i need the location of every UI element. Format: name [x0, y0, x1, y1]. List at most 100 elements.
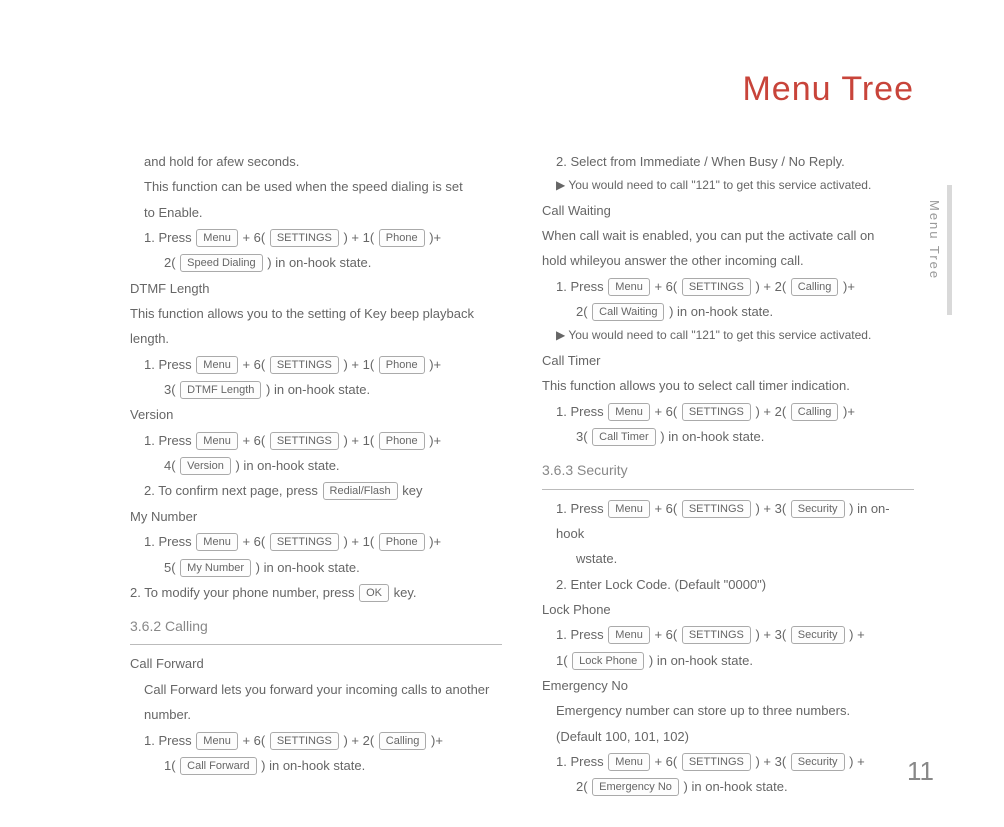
step-line: 2. To confirm next page, press Redial/Fl… [130, 478, 502, 503]
text-line: wstate. [542, 546, 914, 571]
text: + 6( [239, 433, 269, 448]
section-362-calling: 3.6.2 Calling [130, 613, 502, 645]
key-settings: SETTINGS [682, 278, 751, 296]
step-line: 1. Press Menu + 6( SETTINGS ) + 1( Phone… [130, 225, 502, 250]
key-security: Security [791, 500, 845, 518]
text: )+ [426, 433, 442, 448]
text-line: length. [130, 326, 502, 351]
text: ) + 1( [340, 230, 378, 245]
key-settings: SETTINGS [270, 432, 339, 450]
text: 1. Press [556, 627, 607, 642]
key-security: Security [791, 753, 845, 771]
text-line: and hold for afew seconds. [130, 149, 502, 174]
text-line: hold whileyou answer the other incoming … [542, 248, 914, 273]
text: + 6( [651, 627, 681, 642]
step-line: 1. Press Menu + 6( SETTINGS ) + 3( Secur… [542, 749, 914, 774]
heading-my-number: My Number [130, 504, 502, 529]
text: ) in on-hook state. [264, 255, 372, 270]
key-settings: SETTINGS [270, 229, 339, 247]
key-menu: Menu [196, 432, 238, 450]
key-menu: Menu [196, 356, 238, 374]
key-menu: Menu [196, 732, 238, 750]
key-settings: SETTINGS [270, 732, 339, 750]
text-line: Emergency number can store up to three n… [542, 698, 914, 723]
text: ) in on-hook state. [258, 758, 366, 773]
heading-emergency-no: Emergency No [542, 673, 914, 698]
content-columns: and hold for afew seconds. This function… [130, 149, 914, 800]
step-line: 3( Call Timer ) in on-hook state. [542, 424, 914, 449]
text: + 6( [239, 534, 269, 549]
text-line: This function allows you to select call … [542, 373, 914, 398]
step-line: 1. Press Menu + 6( SETTINGS ) + 3( Secur… [542, 622, 914, 647]
key-call-waiting: Call Waiting [592, 303, 664, 321]
heading-call-forward: Call Forward [130, 651, 502, 676]
step-line: 1. Press Menu + 6( SETTINGS ) + 2( Calli… [130, 728, 502, 753]
key-speed-dialing: Speed Dialing [180, 254, 263, 272]
text: + 6( [651, 404, 681, 419]
text-line: 2. Enter Lock Code. (Default "0000") [542, 572, 914, 597]
text-line: 2. Select from Immediate / When Busy / N… [542, 149, 914, 174]
text: 1( [556, 653, 571, 668]
step-line: 2( Speed Dialing ) in on-hook state. [130, 250, 502, 275]
text-line: This function allows you to the setting … [130, 301, 502, 326]
key-menu: Menu [608, 626, 650, 644]
text: ) in on-hook state. [262, 382, 370, 397]
text: 1. Press [144, 433, 195, 448]
key-settings: SETTINGS [270, 533, 339, 551]
text-line: When call wait is enabled, you can put t… [542, 223, 914, 248]
text: + 6( [239, 230, 269, 245]
text: ) + 2( [340, 733, 378, 748]
key-menu: Menu [196, 533, 238, 551]
text: ) + 3( [752, 754, 790, 769]
key-menu: Menu [608, 500, 650, 518]
step-line: 1. Press Menu + 6( SETTINGS ) + 3( Secur… [542, 496, 914, 547]
text: ) + 2( [752, 279, 790, 294]
text: 2. To confirm next page, press [144, 483, 322, 498]
text: ) in on-hook state. [232, 458, 340, 473]
text: ) + 3( [752, 627, 790, 642]
text: )+ [427, 733, 443, 748]
heading-call-timer: Call Timer [542, 348, 914, 373]
step-line: 2( Emergency No ) in on-hook state. [542, 774, 914, 799]
text-line: to Enable. [130, 200, 502, 225]
text: 1. Press [556, 754, 607, 769]
key-phone: Phone [379, 533, 425, 551]
text: ) + 2( [752, 404, 790, 419]
step-line: 1. Press Menu + 6( SETTINGS ) + 1( Phone… [130, 529, 502, 554]
section-363-security: 3.6.3 Security [542, 457, 914, 489]
text: + 6( [239, 733, 269, 748]
side-label: Menu Tree [927, 200, 942, 280]
key-settings: SETTINGS [682, 403, 751, 421]
text: ) + 1( [340, 534, 378, 549]
step-line: 4( Version ) in on-hook state. [130, 453, 502, 478]
key-menu: Menu [196, 229, 238, 247]
text: ) + [846, 754, 865, 769]
page-title: Menu Tree [130, 70, 914, 109]
text: 1. Press [556, 279, 607, 294]
text: 1. Press [144, 534, 195, 549]
text: 5( [164, 560, 179, 575]
text: ) + 1( [340, 357, 378, 372]
key-call-forward: Call Forward [180, 757, 256, 775]
text: 4( [164, 458, 179, 473]
key-calling: Calling [791, 403, 839, 421]
text: 3( [164, 382, 179, 397]
step-line: 5( My Number ) in on-hook state. [130, 555, 502, 580]
text: ) in on-hook state. [657, 429, 765, 444]
key-phone: Phone [379, 356, 425, 374]
text-line: number. [130, 702, 502, 727]
text: 1. Press [556, 501, 607, 516]
side-tab [947, 185, 952, 315]
text: 1( [164, 758, 179, 773]
text: ) + 3( [752, 501, 790, 516]
step-line: 2. To modify your phone number, press OK… [130, 580, 502, 605]
text: ) + [846, 627, 865, 642]
key-version: Version [180, 457, 231, 475]
step-line: 1( Lock Phone ) in on-hook state. [542, 648, 914, 673]
text: 2( [576, 779, 591, 794]
key-call-timer: Call Timer [592, 428, 656, 446]
text: 1. Press [144, 733, 195, 748]
heading-call-waiting: Call Waiting [542, 198, 914, 223]
key-settings: SETTINGS [682, 753, 751, 771]
heading-dtmf: DTMF Length [130, 276, 502, 301]
